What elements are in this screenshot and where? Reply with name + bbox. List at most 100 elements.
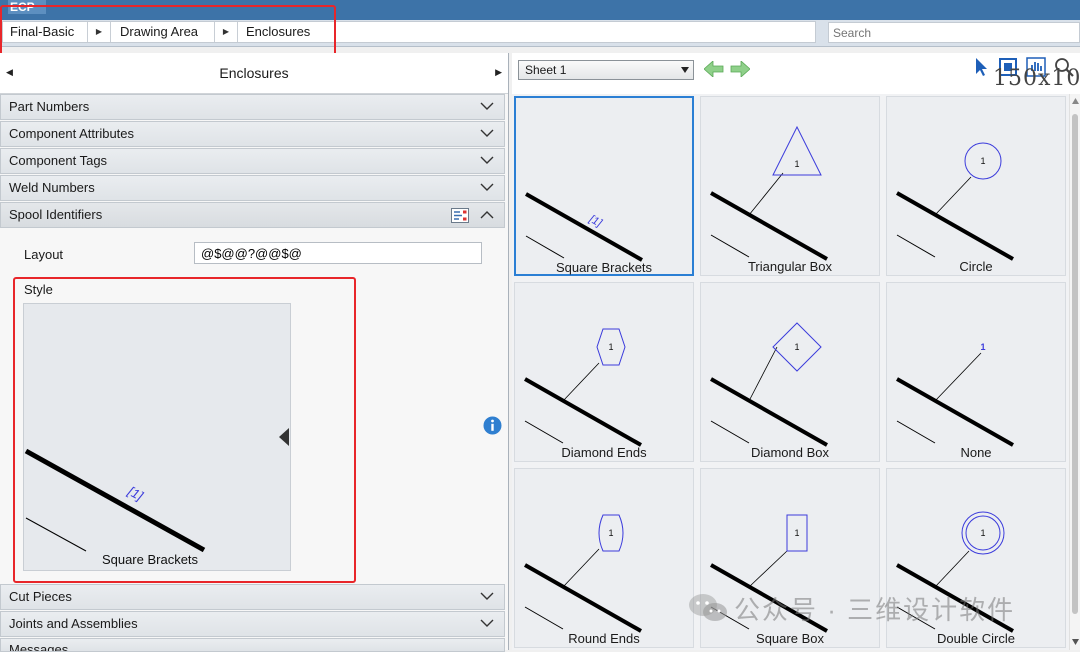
- section-weld-numbers[interactable]: Weld Numbers: [0, 175, 505, 201]
- enclosure-tile-circle[interactable]: 1 Circle: [886, 96, 1066, 276]
- section-spool-identifiers[interactable]: Spool Identifiers: [0, 202, 505, 228]
- breadcrumb: Final-Basic ▶ Drawing Area ▶ Enclosures: [2, 21, 816, 43]
- breadcrumb-chevron-icon[interactable]: ▶: [87, 22, 111, 42]
- breadcrumb-item-drawing-area[interactable]: Drawing Area: [120, 22, 198, 42]
- tile-drawing: 1: [896, 511, 1014, 633]
- back-arrow-icon[interactable]: [704, 61, 724, 77]
- enclosure-tile-triangle[interactable]: 1 Triangular Box: [700, 96, 880, 276]
- leader-line: [748, 346, 778, 402]
- chevron-down-icon: [480, 183, 494, 191]
- chevron-down-icon: [480, 129, 494, 137]
- tile-caption: Circle: [959, 259, 993, 274]
- chevron-down-icon: [480, 619, 494, 627]
- section-label: Weld Numbers: [9, 180, 95, 195]
- tile-drawing: 1: [710, 125, 828, 261]
- layout-field[interactable]: [194, 242, 482, 264]
- tile-drawing: 1: [710, 514, 828, 633]
- tile-caption: Diamond Box: [750, 445, 830, 460]
- vertical-scrollbar[interactable]: [1069, 94, 1080, 650]
- pipe-line: [710, 563, 828, 633]
- enclosure-tile-brackets[interactable]: [1] Square Brackets: [514, 96, 694, 276]
- leader-line: [934, 176, 972, 216]
- section-component-tags[interactable]: Component Tags: [0, 148, 505, 174]
- leader-line: [748, 172, 784, 216]
- enclosure-tile-hexagon[interactable]: 1 Diamond Ends: [514, 282, 694, 462]
- leader-line: [562, 362, 600, 402]
- tile-tag-text: 1: [980, 342, 985, 352]
- section-component-attributes[interactable]: Component Attributes: [0, 121, 505, 147]
- tile-drawing: 1: [896, 142, 1014, 261]
- tile-tag-text: 1: [608, 342, 613, 352]
- style-preview[interactable]: [1] Square Brackets: [23, 303, 291, 571]
- enclosure-tile-rect[interactable]: 1 Square Box: [700, 468, 880, 648]
- preview-tag-text: [1]: [125, 483, 146, 504]
- section-label: Cut Pieces: [9, 589, 72, 604]
- pipe-line: [710, 377, 828, 447]
- title-strip: ECP: [0, 0, 1080, 20]
- app-logo: ECP: [8, 0, 46, 14]
- leader-line: [748, 550, 788, 588]
- section-label: Component Tags: [9, 153, 108, 168]
- breadcrumb-chevron-icon[interactable]: ▶: [214, 22, 238, 42]
- tile-caption: Square Box: [756, 631, 824, 646]
- forward-arrow-icon[interactable]: [730, 61, 750, 77]
- section-label: Component Attributes: [9, 126, 135, 141]
- pipe-line: [524, 563, 642, 633]
- dimension-line: [710, 606, 750, 630]
- enclosure-tile-none[interactable]: 1 None: [886, 282, 1066, 462]
- section-part-numbers[interactable]: Part Numbers: [0, 94, 505, 120]
- chevron-down-icon: [480, 102, 494, 110]
- scrollbar-thumb[interactable]: [1072, 114, 1078, 614]
- leader-line: [934, 550, 970, 588]
- breadcrumb-item-enclosures[interactable]: Enclosures: [246, 22, 310, 42]
- tile-drawing: 1: [710, 322, 828, 447]
- chevron-down-icon: [480, 592, 494, 600]
- dimension-line: [524, 606, 564, 630]
- dimension-line: [710, 234, 750, 258]
- dimension-line: [896, 420, 936, 444]
- chevron-down-icon: [480, 156, 494, 164]
- section-cut-pieces[interactable]: Cut Pieces: [0, 584, 505, 610]
- search-input[interactable]: [828, 22, 1080, 43]
- enclosure-style-grid: [1] Square Brackets 1 Triangular Box 1 Circle…: [512, 94, 1070, 650]
- pipe-line: [710, 191, 828, 261]
- preview-drawing: [1] Square Brackets: [24, 448, 206, 567]
- info-icon[interactable]: [483, 416, 502, 435]
- leader-line: [934, 352, 982, 402]
- scroll-up-icon[interactable]: [1072, 98, 1079, 104]
- tile-tag-text: 1: [794, 528, 799, 538]
- pipe-line: [896, 191, 1014, 261]
- tile-drawing: 1: [524, 514, 642, 633]
- enclosure-tile-doublecircle[interactable]: 1 Double Circle: [886, 468, 1066, 648]
- select-pointer-icon[interactable]: [970, 56, 992, 78]
- tile-drawing: 1: [524, 328, 642, 447]
- tile-caption: Triangular Box: [747, 259, 833, 274]
- breadcrumb-item-final-basic[interactable]: Final-Basic: [10, 22, 74, 42]
- dimension-line: [896, 234, 936, 258]
- section-joints-and-assemblies[interactable]: Joints and Assemblies: [0, 611, 505, 637]
- leader-line: [562, 548, 600, 588]
- dropdown-arrow-icon: [681, 67, 689, 73]
- tile-drawing: 1: [896, 342, 1014, 447]
- sheet-select-value: Sheet 1: [525, 63, 567, 77]
- panel-right-arrow-icon[interactable]: ▶: [495, 67, 502, 78]
- chevron-up-icon: [480, 211, 494, 219]
- scroll-down-icon[interactable]: [1072, 639, 1079, 645]
- layout-label: Layout: [24, 247, 64, 262]
- settings-list-icon[interactable]: [451, 208, 469, 223]
- properties-panel: ◀ Enclosures ▶ Part Numbers Component At…: [0, 53, 509, 652]
- sheet-select[interactable]: Sheet 1: [518, 60, 694, 80]
- pipe-line: [525, 192, 643, 262]
- panel-header: ◀ Enclosures ▶: [0, 53, 508, 94]
- enclosure-tile-diamond[interactable]: 1 Diamond Box: [700, 282, 880, 462]
- section-label: Part Numbers: [9, 99, 90, 114]
- tile-tag-text: 1: [980, 528, 985, 538]
- tile-caption: None: [960, 445, 992, 460]
- section-label: Spool Identifiers: [9, 207, 103, 222]
- tile-tag-text: 1: [980, 156, 985, 166]
- pipe-line: [524, 377, 642, 447]
- collapse-triangle-icon[interactable]: [277, 428, 289, 446]
- dimension-line: [525, 235, 565, 259]
- enclosure-tile-roundends[interactable]: 1 Round Ends: [514, 468, 694, 648]
- pipe-line: [896, 377, 1014, 447]
